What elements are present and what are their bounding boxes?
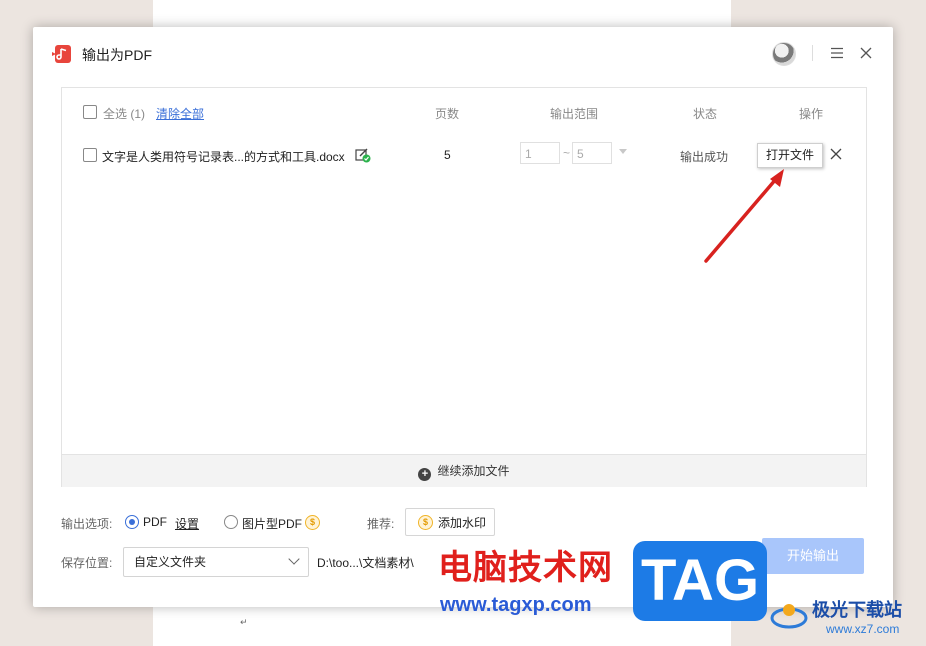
page-count: 5 xyxy=(444,148,451,162)
save-location-select[interactable]: 自定义文件夹 xyxy=(123,547,309,577)
premium-coin-icon: $ xyxy=(305,515,320,530)
pdf-settings-link[interactable]: 设置 xyxy=(175,515,199,532)
app-logo-icon xyxy=(52,45,71,63)
range-dropdown-icon[interactable] xyxy=(619,149,627,154)
add-watermark-button[interactable]: $ 添加水印 xyxy=(405,508,495,536)
annotation-arrow xyxy=(704,169,784,263)
recommend-label: 推荐: xyxy=(367,517,395,531)
range-separator: ~ xyxy=(563,146,571,160)
status-text: 输出成功 xyxy=(680,150,729,164)
pdf-radio-label: PDF xyxy=(143,515,167,529)
tag-logo: TAG xyxy=(633,541,767,621)
header-pages: 页数 xyxy=(435,107,460,121)
range-from-input[interactable]: 1 xyxy=(520,142,560,164)
chevron-down-icon xyxy=(288,553,300,565)
site-watermark-text: 电脑技术网 xyxy=(438,548,613,588)
xz-watermark-url: www.xz7.com xyxy=(826,622,900,636)
image-pdf-radio[interactable] xyxy=(224,515,238,529)
add-more-files-button[interactable]: + 继续添加文件 xyxy=(62,454,866,487)
close-icon[interactable] xyxy=(859,46,873,60)
output-options-label: 输出选项: xyxy=(61,517,113,531)
image-pdf-label: 图片型PDF xyxy=(242,517,303,531)
row-checkbox[interactable] xyxy=(83,148,97,162)
rename-check-icon[interactable] xyxy=(355,147,371,163)
xz-logo-icon xyxy=(770,604,808,629)
select-all-label: 全选 (1) xyxy=(103,107,146,121)
export-pdf-dialog: 输出为PDF 全选 (1) 清除全部 页数 输出范围 状态 操作 文字是人类用符… xyxy=(33,27,893,607)
menu-icon[interactable] xyxy=(830,46,844,60)
save-location-label: 保存位置: xyxy=(61,556,113,570)
xz-watermark-text: 极光下载站 xyxy=(812,600,902,621)
remove-row-icon[interactable] xyxy=(828,146,844,162)
site-watermark-url: www.tagxp.com xyxy=(440,594,592,616)
range-to-input[interactable]: 5 xyxy=(572,142,612,164)
start-export-button[interactable]: 开始输出 xyxy=(762,538,864,574)
file-name: 文字是人类用符号记录表...的方式和工具.docx xyxy=(102,150,345,164)
user-avatar[interactable] xyxy=(772,42,796,66)
dialog-title: 输出为PDF xyxy=(82,47,152,63)
watermark-coin-icon: $ xyxy=(418,515,433,530)
paragraph-mark: ↵ xyxy=(240,617,248,627)
save-path: D:\too...\文档素材\ xyxy=(317,556,414,570)
dialog-titlebar: 输出为PDF xyxy=(33,27,893,79)
file-list-panel: 全选 (1) 清除全部 页数 输出范围 状态 操作 文字是人类用符号记录表...… xyxy=(61,87,867,487)
pdf-radio[interactable] xyxy=(125,515,139,529)
header-range: 输出范围 xyxy=(550,107,599,121)
select-all-checkbox[interactable] xyxy=(83,105,97,119)
plus-circle-icon: + xyxy=(418,468,432,481)
header-ops: 操作 xyxy=(799,107,824,121)
header-status: 状态 xyxy=(693,107,718,121)
clear-all-link[interactable]: 清除全部 xyxy=(156,105,204,122)
titlebar-divider xyxy=(812,45,813,61)
